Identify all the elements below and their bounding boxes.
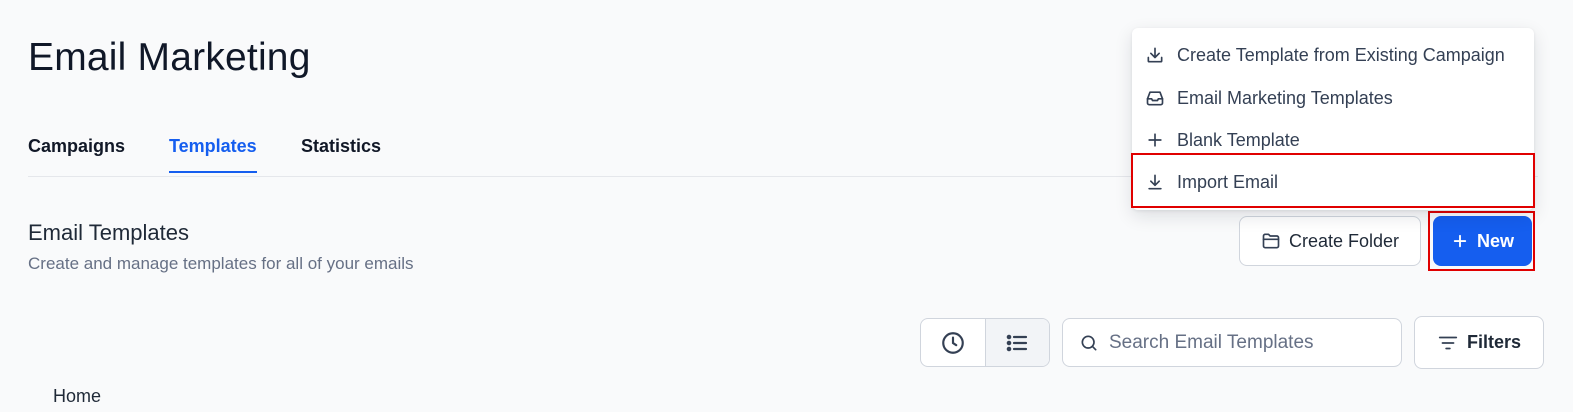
menu-item-label: Email Marketing Templates: [1177, 87, 1393, 108]
list-view-toggle[interactable]: [984, 319, 1049, 366]
inbox-icon: [1145, 88, 1165, 108]
menu-item-label: Create Template from Existing Campaign: [1177, 44, 1505, 65]
tab-templates[interactable]: Templates: [169, 136, 257, 173]
view-toggle-group: [920, 318, 1050, 367]
plus-icon: [1145, 130, 1165, 150]
page-title: Email Marketing: [28, 36, 311, 79]
menu-item-label: Import Email: [1177, 171, 1279, 192]
section-subtitle: Create and manage templates for all of y…: [28, 254, 414, 273]
clock-icon: [940, 330, 966, 356]
plus-icon: [1451, 232, 1469, 250]
new-template-menu: Create Template from Existing Campaign E…: [1132, 28, 1534, 210]
menu-item-blank-template[interactable]: Blank Template: [1132, 119, 1534, 161]
filters-button[interactable]: Filters: [1414, 316, 1544, 369]
folder-icon: [1261, 231, 1281, 251]
create-folder-label: Create Folder: [1288, 230, 1400, 251]
search-box: [1062, 318, 1402, 367]
menu-item-import-email[interactable]: Import Email: [1132, 161, 1534, 203]
filter-icon: [1437, 332, 1459, 354]
menu-item-create-from-campaign[interactable]: Create Template from Existing Campaign: [1132, 34, 1534, 76]
menu-item-email-marketing-templates[interactable]: Email Marketing Templates: [1132, 77, 1534, 119]
search-icon: [1079, 333, 1099, 353]
tab-statistics[interactable]: Statistics: [301, 136, 381, 171]
search-input[interactable]: [1107, 330, 1391, 355]
section-title: Email Templates: [28, 220, 189, 245]
list-icon: [1005, 331, 1029, 355]
create-folder-button[interactable]: Create Folder: [1239, 216, 1421, 266]
filters-label: Filters: [1466, 332, 1522, 352]
recent-view-toggle[interactable]: [921, 319, 985, 366]
download-icon: [1145, 172, 1165, 192]
download-tray-icon: [1145, 45, 1165, 65]
new-button[interactable]: New: [1433, 216, 1532, 266]
menu-item-label: Blank Template: [1177, 129, 1300, 150]
new-button-label: New: [1476, 230, 1514, 251]
email-marketing-page: Email Marketing Campaigns Templates Stat…: [0, 0, 1573, 412]
breadcrumb-home[interactable]: Home: [53, 386, 101, 407]
tab-campaigns[interactable]: Campaigns: [28, 136, 125, 171]
